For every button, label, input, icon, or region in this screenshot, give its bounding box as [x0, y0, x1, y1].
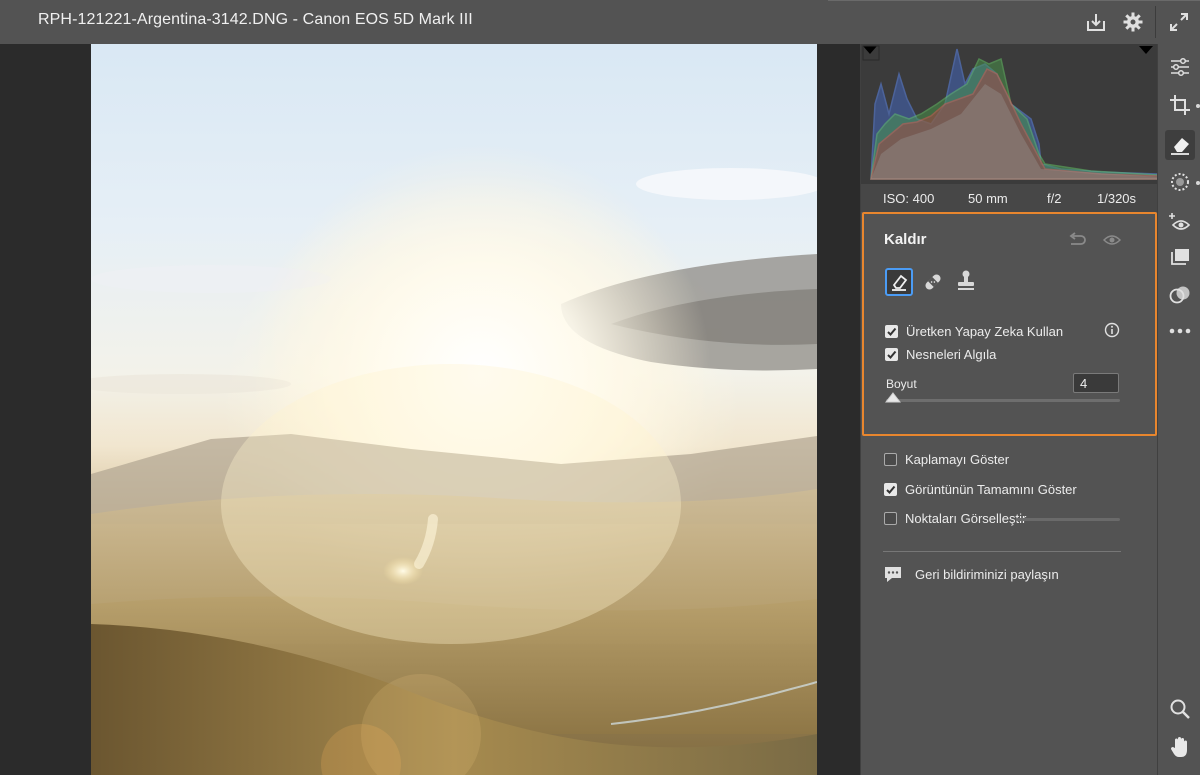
show-overlay-checkbox[interactable]: Kaplamayı Göster: [884, 452, 1009, 467]
more-options-icon[interactable]: [1165, 316, 1195, 346]
exif-aperture: f/2: [1047, 191, 1062, 206]
show-entire-image-checkbox[interactable]: Görüntünün Tamamını Göster: [884, 482, 1077, 497]
shadow-clipping-indicator: [863, 46, 877, 54]
checkbox-unchecked[interactable]: [884, 453, 897, 466]
histogram: [861, 44, 1159, 184]
show-overlay-label: Kaplamayı Göster: [905, 452, 1010, 467]
remove-eraser-icon[interactable]: [1165, 130, 1195, 160]
reset-undo-icon[interactable]: [1066, 229, 1088, 251]
show-entire-image-label: Görüntünün Tamamını Göster: [905, 482, 1077, 497]
title-bar: RPH-121221-Argentina-3142.DNG - Canon EO…: [0, 0, 1200, 44]
masking-icon[interactable]: [1165, 167, 1195, 197]
exif-bar: ISO: 400 50 mm f/2 1/320s: [861, 184, 1158, 212]
image-canvas[interactable]: [0, 44, 860, 775]
feedback-chat-icon: [883, 565, 903, 584]
red-eye-icon[interactable]: [1165, 207, 1195, 237]
feedback-link[interactable]: Geri bildiriminizi paylaşın: [883, 565, 1059, 584]
title-bar-separator: [1155, 6, 1156, 38]
visualize-spots-label: Noktaları Görselleştir: [905, 511, 1027, 526]
remove-section: Kaldır Üretken Yapay Zeka Kullan Nesnele…: [862, 212, 1157, 436]
size-slider[interactable]: [886, 399, 1120, 402]
right-toolbar: [1157, 44, 1200, 775]
checkbox-checked[interactable]: [885, 348, 898, 361]
window-title: RPH-121221-Argentina-3142.DNG - Canon EO…: [38, 11, 473, 28]
edit-sliders-icon[interactable]: [1165, 52, 1195, 82]
masking-indicator-dot: [1196, 181, 1200, 185]
section-divider: [883, 551, 1121, 552]
hand-icon[interactable]: [1165, 732, 1195, 762]
exif-focal-length: 50 mm: [968, 191, 1008, 206]
edit-panel: ISO: 400 50 mm f/2 1/320s Kaldır Üretken…: [860, 44, 1159, 775]
info-icon[interactable]: [1103, 321, 1121, 339]
mixer-icon[interactable]: [1165, 280, 1195, 310]
use-generative-ai-label: Üretken Yapay Zeka Kullan: [906, 324, 1064, 339]
eraser-icon[interactable]: [885, 268, 913, 296]
checkbox-checked[interactable]: [885, 325, 898, 338]
checkbox-checked[interactable]: [884, 483, 897, 496]
fullscreen-expand-icon[interactable]: [1166, 9, 1192, 35]
zoom-icon[interactable]: [1165, 694, 1195, 724]
exif-iso: ISO: 400: [883, 191, 935, 206]
crop-indicator-dot: [1196, 104, 1200, 108]
crop-icon[interactable]: [1165, 90, 1195, 120]
detect-objects-checkbox[interactable]: Nesneleri Algıla: [885, 347, 996, 362]
settings-gear-icon[interactable]: [1120, 9, 1146, 35]
presets-icon[interactable]: [1165, 242, 1195, 272]
save-download-icon[interactable]: [1083, 9, 1109, 35]
highlight-clipping-indicator: [1139, 46, 1153, 54]
photo-preview[interactable]: [91, 44, 817, 775]
visibility-eye-icon[interactable]: [1101, 229, 1123, 251]
checkbox-unchecked[interactable]: [884, 512, 897, 525]
visualize-spots-slider[interactable]: [1016, 518, 1120, 521]
remove-title: Kaldır: [884, 231, 927, 248]
visualize-spots-checkbox[interactable]: Noktaları Görselleştir: [884, 511, 1026, 526]
use-generative-ai-checkbox[interactable]: Üretken Yapay Zeka Kullan: [885, 324, 1063, 339]
detect-objects-label: Nesneleri Algıla: [906, 347, 997, 362]
title-bar-line: [828, 0, 1200, 1]
clone-stamp-icon[interactable]: [952, 266, 980, 294]
size-value-input[interactable]: 4: [1073, 373, 1119, 393]
size-label: Boyut: [886, 377, 917, 391]
heal-bandage-icon[interactable]: [919, 268, 947, 296]
feedback-label: Geri bildiriminizi paylaşın: [915, 567, 1059, 582]
exif-shutter: 1/320s: [1097, 191, 1137, 206]
